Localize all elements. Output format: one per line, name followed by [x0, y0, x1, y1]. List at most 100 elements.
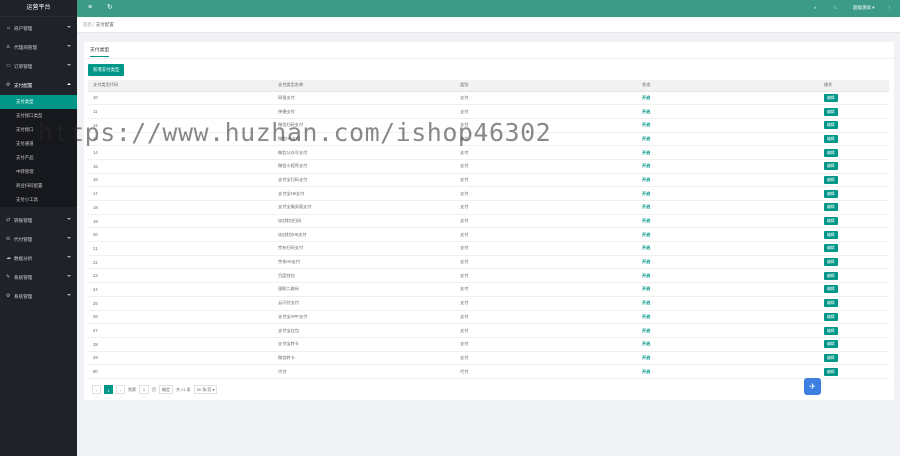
page-button-current[interactable]: 1 [104, 385, 113, 394]
edit-button[interactable]: 编辑 [824, 340, 838, 349]
sidebar-item-label: 代付管理 [14, 236, 33, 242]
breadcrumb-home[interactable]: 首页 [83, 22, 92, 27]
prev-page-button[interactable]: ‹ [92, 385, 101, 394]
edit-button[interactable]: 编辑 [824, 107, 838, 116]
refresh-icon[interactable]: ↻ [107, 4, 113, 12]
sidebar-subitem-relay[interactable]: 中转管理 [0, 165, 77, 179]
edit-button[interactable]: 编辑 [824, 285, 838, 294]
sidebar-subitem-pay-type[interactable]: 支付类型 [0, 95, 77, 109]
edit-button[interactable]: 编辑 [824, 230, 838, 239]
bird-logo-icon[interactable]: ✈ [804, 378, 821, 395]
sidebar-item-system-2[interactable]: ⚙ 系统管理 [0, 287, 77, 306]
cell-status: 开启 [637, 310, 819, 325]
cell-name: QQ钱包H5支付 [273, 227, 455, 243]
cell-type: 支付 [455, 145, 637, 160]
user-menu[interactable]: 超级测试 ▾ [853, 5, 875, 11]
edit-button[interactable]: 编辑 [824, 162, 838, 171]
menu-icon[interactable]: ≡ [88, 4, 92, 12]
goto-confirm-button[interactable]: 确定 [159, 385, 173, 394]
sidebar-item-agent[interactable]: ♙ 代理商管理 [0, 38, 77, 57]
cell-action: 编辑 [819, 118, 889, 133]
edit-button[interactable]: 编辑 [824, 121, 838, 130]
cell-type: 支付 [455, 200, 637, 215]
edit-button[interactable]: 编辑 [824, 299, 838, 308]
edit-button[interactable]: 编辑 [824, 93, 838, 102]
sidebar: 运营平台 ☺ 商户管理 ♙ 代理商管理 ▭ 订单管理 ⚙ 支付配置 支付类型 支… [0, 0, 77, 456]
edit-button[interactable]: 编辑 [824, 367, 838, 376]
app-title: 运营平台 [0, 0, 77, 17]
goto-page-input[interactable]: 1 [139, 385, 149, 394]
cell-type: 支付 [455, 91, 637, 106]
table-row: 18 支付宝服务窗支付 支付 开启 编辑 [88, 200, 889, 215]
cell-code: 11 [88, 104, 273, 119]
gear-icon: ⚙ [6, 293, 11, 299]
notice-icon[interactable]: ♘ [833, 5, 837, 11]
cell-action: 编辑 [819, 364, 889, 379]
edit-button[interactable]: 编辑 [824, 175, 838, 184]
cell-type: 支付 [455, 351, 637, 366]
cell-action: 编辑 [819, 255, 889, 270]
cell-code: 90 [88, 364, 273, 379]
edit-button[interactable]: 编辑 [824, 134, 838, 143]
edit-button[interactable]: 编辑 [824, 353, 838, 362]
tab-pay-type[interactable]: 支付类型 [90, 46, 110, 57]
cell-status: 开启 [637, 186, 819, 201]
edit-button[interactable]: 编辑 [824, 326, 838, 335]
sidebar-item-merchant[interactable]: ☺ 商户管理 [0, 19, 77, 38]
cell-type: 代付 [455, 364, 637, 379]
goto-prefix: 到第 [128, 386, 136, 392]
cell-status: 开启 [637, 227, 819, 243]
cell-status: 开启 [637, 323, 819, 338]
cell-action: 编辑 [819, 241, 889, 256]
edit-button[interactable]: 编辑 [824, 271, 838, 280]
table-row: 28 支付宝转卡 支付 开启 编辑 [88, 337, 889, 352]
edit-button[interactable]: 编辑 [824, 148, 838, 157]
cell-action: 编辑 [819, 132, 889, 147]
sidebar-subitem-tools[interactable]: 支付小工具 [0, 193, 77, 207]
cell-action: 编辑 [819, 282, 889, 297]
page-size-select[interactable]: 30 条/页 ▾ [193, 385, 218, 394]
table-row: 90 代付 代付 开启 编辑 [88, 364, 889, 379]
cell-name: 代付 [273, 364, 455, 379]
cell-type: 支付 [455, 159, 637, 174]
cell-action: 编辑 [819, 200, 889, 215]
next-page-button[interactable]: › [116, 385, 125, 394]
cell-action: 编辑 [819, 186, 889, 201]
edit-button[interactable]: 编辑 [824, 203, 838, 212]
cell-code: 25 [88, 296, 273, 311]
edit-button[interactable]: 编辑 [824, 312, 838, 321]
user-name: 超级测试 [853, 5, 871, 10]
table-row: 16 支付宝扫码支付 支付 开启 编辑 [88, 173, 889, 188]
edit-button[interactable]: 编辑 [824, 217, 838, 226]
cell-code: 21 [88, 241, 273, 256]
add-pay-type-button[interactable]: 新增支付类型 [88, 64, 125, 76]
cell-code: 29 [88, 351, 273, 366]
cell-type: 支付 [455, 241, 637, 256]
cell-status: 开启 [637, 337, 819, 352]
more-icon[interactable]: ⋮ [887, 5, 892, 11]
cell-code: 26 [88, 310, 273, 325]
sidebar-item-payout[interactable]: ⊖ 代付管理 [0, 230, 77, 249]
sidebar-item-label: 商户管理 [14, 25, 33, 31]
sidebar-item-analysis[interactable]: ☁ 数据分析 [0, 249, 77, 268]
edit-button[interactable]: 编辑 [824, 189, 838, 198]
theme-icon[interactable]: ◐ [814, 5, 817, 10]
table-row: 26 支付宝APP支付 支付 开启 编辑 [88, 310, 889, 325]
sidebar-subitem-scan-config[interactable]: 商业扫码配置 [0, 179, 77, 193]
sidebar-subnav: 支付类型 支付接口类型 支付接口 支付通道 支付产品 中转管理 商业扫码配置 支… [0, 95, 77, 207]
cell-name: 百度钱包 [273, 268, 455, 284]
edit-button[interactable]: 编辑 [824, 258, 838, 267]
sidebar-item-pay-config[interactable]: ⚙ 支付配置 [0, 76, 77, 95]
breadcrumb-current: 支付配置 [95, 22, 114, 27]
cell-code: 19 [88, 214, 273, 229]
cell-status: 开启 [637, 364, 819, 379]
sidebar-item-system-1[interactable]: ✎ 系统管理 [0, 268, 77, 287]
sidebar-item-order[interactable]: ▭ 订单管理 [0, 57, 77, 76]
edit-button[interactable]: 编辑 [824, 244, 838, 253]
cell-status: 开启 [637, 132, 819, 147]
column-header-code: 支付类型代码 [88, 80, 273, 92]
table-row: 22 京东H5支付 支付 开启 编辑 [88, 255, 889, 270]
sidebar-subitem-product[interactable]: 支付产品 [0, 151, 77, 165]
cell-name: 网银支付 [273, 91, 455, 106]
sidebar-item-transfer[interactable]: ⇄ 转账管理 [0, 211, 77, 230]
